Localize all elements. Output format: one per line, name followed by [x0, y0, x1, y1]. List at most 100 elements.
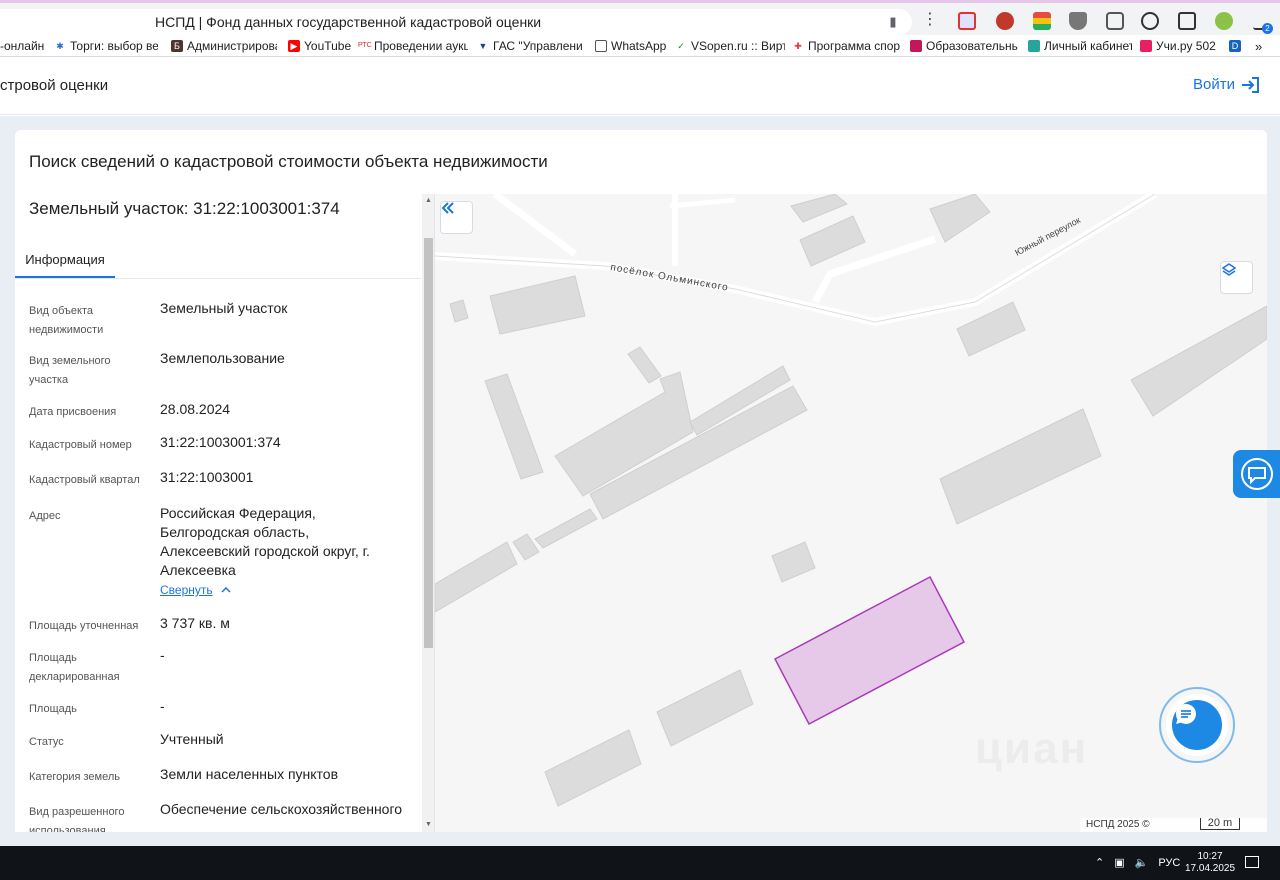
- buildings: [435, 194, 1267, 807]
- bookmark-item[interactable]: ▼ ГАС "Управление: [477, 38, 583, 54]
- layers-button[interactable]: [1220, 261, 1253, 294]
- login-button[interactable]: Войти: [1193, 76, 1259, 93]
- search-card-header: Поиск сведений о кадастровой стоимости о…: [15, 130, 1267, 194]
- gear-icon: ✱: [54, 40, 66, 52]
- double-chevron-left-icon: [441, 202, 454, 214]
- extension-1-icon[interactable]: [958, 12, 976, 30]
- bookmark-item[interactable]: Личный кабинет: [1028, 38, 1132, 54]
- parcel-31-22-1003001-374[interactable]: [773, 575, 966, 726]
- collapse-link[interactable]: Свернуть: [160, 583, 231, 597]
- street-label-olminskogo: посёлок Ольминского: [609, 262, 729, 294]
- field-row-address: Адрес Российская Федерация, Белгородская…: [29, 505, 409, 607]
- watermark-text: циан: [975, 724, 1089, 773]
- bookmark-item[interactable]: Учи.ру 502 Б: [1140, 38, 1220, 54]
- language-indicator[interactable]: РУС: [1158, 857, 1180, 869]
- b-icon: Б: [171, 40, 183, 52]
- bookmark-item[interactable]: ✚ Программа спорт: [792, 38, 900, 54]
- extension-2-icon[interactable]: [996, 12, 1014, 30]
- bookmark-icon[interactable]: ▮: [886, 14, 900, 30]
- map-scale: 20 m: [1200, 818, 1240, 830]
- media-icon[interactable]: [1141, 12, 1159, 30]
- field-value: Российская Федерация, Белгородская облас…: [160, 505, 370, 578]
- road-branch: [669, 197, 736, 209]
- address-bar[interactable]: НСПД | Фонд данных государственной кадас…: [0, 9, 912, 35]
- field-value: -: [160, 698, 165, 714]
- field-label: Кадастровый номер: [29, 439, 132, 451]
- bookmark-item[interactable]: ✓ VSopen.ru :: Вирт: [675, 38, 785, 54]
- map-canvas[interactable]: посёлок Ольминского Южный переулок: [435, 194, 1267, 832]
- scroll-up-icon[interactable]: ▲: [424, 196, 433, 206]
- login-icon: [1241, 76, 1259, 93]
- chevron-up-icon[interactable]: ⌃: [1095, 856, 1104, 869]
- extension-4-icon[interactable]: [1069, 12, 1087, 30]
- field-label: Вид объекта недвижимости: [29, 305, 104, 336]
- shield-icon: [1028, 40, 1040, 52]
- login-label: Войти: [1193, 76, 1235, 93]
- collapse-panel-button[interactable]: [440, 201, 473, 234]
- puzzle-icon: ✚: [792, 40, 804, 52]
- message-icon: [1240, 458, 1273, 490]
- clock-time: 10:27: [1197, 851, 1223, 862]
- split-view-icon[interactable]: [1178, 12, 1196, 30]
- field-value: 3 737 кв. м: [160, 615, 230, 631]
- bookmark-item[interactable]: WhatsApp: [595, 38, 667, 54]
- bookmark-item[interactable]: Образовательный: [910, 38, 1018, 54]
- field-label: Площадь: [29, 703, 77, 715]
- field-label: Дата присвоения: [29, 406, 117, 418]
- network-icon[interactable]: ▣: [1114, 856, 1124, 869]
- site-title: стровой оценки: [0, 77, 109, 94]
- object-info-panel: Земельный участок: 31:22:1003001:374 Инф…: [15, 194, 435, 832]
- puzzle-icon[interactable]: [1106, 12, 1124, 30]
- bookmark-item[interactable]: D: [1229, 38, 1247, 54]
- notifications-icon[interactable]: [1245, 856, 1259, 868]
- field-value: Земли населенных пунктов: [160, 766, 339, 782]
- scroll-down-icon[interactable]: ▼: [424, 820, 433, 830]
- field-label: Категория земель: [29, 771, 120, 783]
- bookmarks-bar: -онлайн ✱ Торги: выбор вер Б Администриров…: [0, 35, 1280, 57]
- panel-scrollbar-thumb[interactable]: [424, 238, 433, 648]
- uchi-icon: [1140, 40, 1152, 52]
- tabs-divider: [15, 278, 421, 279]
- field-value: Землепользование: [160, 350, 285, 366]
- page-title: Поиск сведений о кадастровой стоимости о…: [29, 152, 548, 171]
- tab-info[interactable]: Информация: [15, 246, 115, 278]
- field-value: 31:22:1003001: [160, 469, 254, 485]
- os-taskbar: ⌃ ▣ 🔈 РУС 10:27 17.04.2025: [0, 846, 1280, 880]
- menu-icon[interactable]: ⋮: [922, 12, 938, 28]
- road-branch: [492, 194, 578, 257]
- layers-icon: [1221, 263, 1237, 276]
- chat-icon: [1175, 703, 1196, 724]
- tab-title: НСПД | Фонд данных государственной кадас…: [155, 14, 542, 30]
- bookmark-item[interactable]: ✱ Торги: выбор вер: [54, 38, 158, 54]
- page-icon: [595, 40, 607, 52]
- field-value: 31:22:1003001:374: [160, 434, 281, 450]
- field-value: Обеспечение сельскохозяйственного: [160, 801, 403, 817]
- map-view[interactable]: посёлок Ольминского Южный переулок циан …: [435, 194, 1267, 832]
- browser-titlebar: НСПД | Фонд данных государственной кадас…: [0, 0, 1280, 35]
- download-badge: 2: [1262, 23, 1273, 34]
- extension-5-icon[interactable]: [1215, 12, 1233, 30]
- map-attribution: НСПД 2025 © 20 m: [1080, 818, 1267, 832]
- object-title: Земельный участок: 31:22:1003001:374: [29, 199, 340, 218]
- chat-button[interactable]: [1172, 700, 1222, 750]
- chevron-up-icon: [221, 587, 231, 593]
- field-label: Адрес: [29, 510, 61, 522]
- bookmark-item[interactable]: РТС Проведении аукц: [358, 38, 468, 54]
- field-label: Площадь декларированная: [29, 652, 120, 683]
- extension-3-icon[interactable]: [1033, 12, 1051, 30]
- field-label: Кадастровый квартал: [29, 474, 140, 486]
- gas-icon: ▼: [477, 40, 489, 52]
- clock[interactable]: 10:27 17.04.2025: [1185, 851, 1235, 875]
- volume-icon[interactable]: 🔈: [1135, 856, 1149, 869]
- system-tray: ⌃ ▣ 🔈 РУС: [1095, 856, 1180, 870]
- youtube-icon: ▶: [288, 40, 300, 52]
- bookmark-item[interactable]: ▶ YouTube: [288, 38, 352, 54]
- rts-icon: РТС: [358, 40, 372, 52]
- side-widget-button[interactable]: [1233, 450, 1280, 498]
- field-label: Площадь уточненная: [29, 620, 139, 632]
- more-bookmarks-icon[interactable]: »: [1255, 38, 1269, 54]
- bookmark-item[interactable]: Б Администрирова: [171, 38, 277, 54]
- bookmark-item[interactable]: -онлайн: [0, 38, 48, 54]
- clock-date: 17.04.2025: [1185, 863, 1236, 874]
- v-icon: ✓: [675, 40, 687, 52]
